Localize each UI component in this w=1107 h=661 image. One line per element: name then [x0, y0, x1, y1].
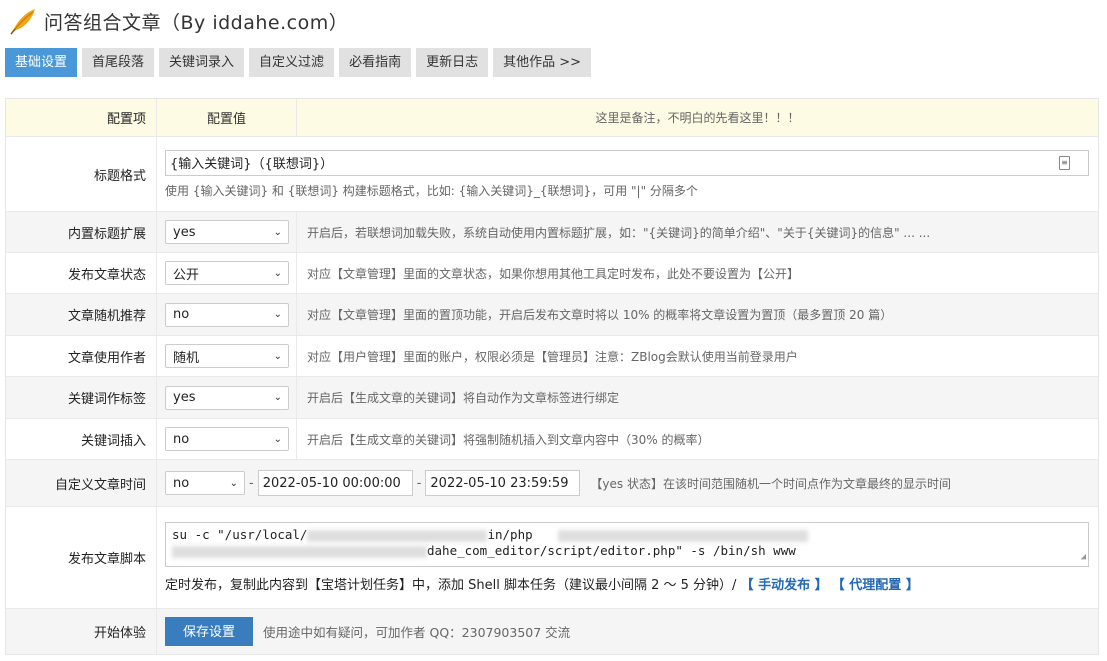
start-time-input[interactable]: 2022-05-10 00:00:00: [257, 470, 413, 496]
row-keyword-as-tag: 关键词作标签 yes ⌄ 开启后【生成文章的关键词】将自动作为文章标签进行绑定: [6, 376, 1098, 418]
tab-bar: 基础设置 首尾段落 关键词录入 自定义过滤 必看指南 更新日志 其他作品 >>: [5, 48, 592, 77]
title-format-hint: 使用 {输入关键词} 和 {联想词} 构建标题格式，比如: {输入关键词}_{联…: [165, 183, 698, 198]
row-label: 关键词作标签: [6, 377, 157, 418]
row-desc: 【yes 状态】在该时间范围随机一个时间点作为文章最终的显示时间: [590, 476, 951, 491]
select-value: no: [173, 475, 190, 491]
publish-script-textarea[interactable]: su -c "/usr/local/in/php dahe_com_editor…: [165, 522, 1089, 567]
tab-basic-settings[interactable]: 基础设置: [5, 48, 78, 77]
article-author-select[interactable]: 随机 ⌄: [165, 344, 289, 368]
publish-status-select[interactable]: 公开 ⌄: [165, 261, 289, 285]
proxy-config-link[interactable]: 【 代理配置 】: [832, 578, 919, 593]
select-value: 随机: [173, 350, 200, 366]
redacted-block: [558, 529, 809, 542]
random-recommend-select[interactable]: no ⌄: [165, 302, 289, 327]
row-label: 自定义文章时间: [6, 460, 157, 506]
app-header: 问答组合文章（By iddahe.com）: [8, 6, 348, 36]
row-random-recommend: 文章随机推荐 no ⌄ 对应【文章管理】里面的置顶功能，开启后发布文章时将以 10…: [6, 293, 1098, 335]
tab-other-works[interactable]: 其他作品 >>: [493, 48, 592, 77]
row-keyword-insert: 关键词插入 no ⌄ 开启后【生成文章的关键词】将强制随机插入到文章内容中（30%…: [6, 418, 1098, 459]
row-publish-script: 发布文章脚本 su -c "/usr/local/in/php dahe_com…: [6, 506, 1098, 608]
chevron-down-icon: ⌄: [273, 392, 282, 403]
row-title-format: 标题格式 {输入关键词}（{联想词}） ≡ 使用 {输入关键词} 和 {联想词}…: [6, 136, 1098, 211]
redacted-block: [307, 529, 488, 542]
row-label: 发布文章脚本: [6, 507, 157, 608]
chevron-down-icon: ⌄: [273, 433, 282, 445]
col-header-note: 这里是备注，不明白的先看这里！！！: [595, 111, 800, 125]
end-time-input[interactable]: 2022-05-10 23:59:59: [425, 470, 581, 496]
col-header-item: 配置项: [6, 99, 157, 136]
chevron-down-icon: ⌄: [273, 267, 282, 279]
row-label: 发布文章状态: [6, 253, 157, 293]
tab-head-tail-paragraphs[interactable]: 首尾段落: [82, 48, 155, 77]
script-text: in/php: [487, 527, 533, 542]
title-format-value: {输入关键词}（{联想词}）: [170, 157, 334, 172]
redacted-block: [172, 545, 427, 558]
builtin-title-ext-select[interactable]: yes ⌄: [165, 220, 289, 244]
row-label: 文章使用作者: [6, 336, 157, 376]
chevron-down-icon: ⌄: [273, 309, 282, 320]
row-start: 开始体验 保存设置 使用途中如有疑问，可加作者 QQ：2307903507 交流: [6, 608, 1098, 654]
row-label: 关键词插入: [6, 419, 157, 459]
script-hint: 定时发布，复制此内容到【宝塔计划任务】中，添加 Shell 脚本任务（建议最小间…: [165, 578, 737, 593]
title-format-input[interactable]: {输入关键词}（{联想词}） ≡: [165, 149, 1089, 176]
page-title: 问答组合文章（By iddahe.com）: [44, 11, 349, 34]
row-label: 内置标题扩展: [6, 212, 157, 252]
row-desc: 开启后，若联想词加载失败，系统自动使用内置标题扩展，如："{关键词}的简单介绍"…: [307, 225, 931, 240]
keyword-insert-select[interactable]: no ⌄: [165, 427, 289, 451]
select-value: 公开: [173, 267, 200, 283]
config-table: 配置项 配置值 这里是备注，不明白的先看这里！！！ 标题格式 {输入关键词}（{…: [5, 98, 1099, 655]
row-desc: 对应【文章管理】里面的置顶功能，开启后发布文章时将以 10% 的概率将文章设置为…: [307, 308, 893, 322]
text-template-icon[interactable]: ≡: [1059, 155, 1070, 170]
row-label: 标题格式: [6, 137, 157, 211]
resize-handle-icon[interactable]: ◢: [1081, 549, 1086, 565]
range-dash: -: [249, 475, 254, 491]
select-value: yes: [173, 224, 196, 240]
tab-changelog[interactable]: 更新日志: [416, 48, 489, 77]
manual-publish-link[interactable]: 【 手动发布 】: [741, 578, 828, 593]
feather-icon: [8, 7, 38, 35]
script-text: dahe_com_editor/script/editor.php" -s /b…: [427, 543, 796, 558]
row-desc: 开启后【生成文章的关键词】将强制随机插入到文章内容中（30% 的概率）: [307, 432, 710, 447]
row-desc: 开启后【生成文章的关键词】将自动作为文章标签进行绑定: [307, 391, 620, 405]
row-desc: 对应【文章管理】里面的文章状态，如果你想用其他工具定时发布，此处不要设置为【公开…: [307, 266, 800, 281]
script-text: su -c "/usr/local/: [172, 527, 308, 542]
select-value: yes: [173, 390, 196, 405]
row-article-author: 文章使用作者 随机 ⌄ 对应【用户管理】里面的账户，权限必须是【管理员】注意：ZB…: [6, 335, 1098, 376]
save-settings-button[interactable]: 保存设置: [165, 617, 254, 646]
row-custom-time: 自定义文章时间 no ⌄ - 2022-05-10 00:00:00 - 2022…: [6, 459, 1098, 506]
select-value: no: [173, 431, 190, 447]
row-label: 开始体验: [6, 609, 157, 654]
row-publish-status: 发布文章状态 公开 ⌄ 对应【文章管理】里面的文章状态，如果你想用其他工具定时发布…: [6, 252, 1098, 293]
tab-guide[interactable]: 必看指南: [339, 48, 412, 77]
custom-time-select[interactable]: no ⌄: [165, 471, 245, 495]
col-header-value: 配置值: [157, 99, 297, 136]
tab-keyword-entry[interactable]: 关键词录入: [159, 48, 245, 77]
chevron-down-icon: ⌄: [273, 350, 282, 362]
range-dash: -: [416, 475, 422, 491]
chevron-down-icon: ⌄: [273, 226, 282, 238]
row-label: 文章随机推荐: [6, 294, 157, 335]
row-builtin-title-ext: 内置标题扩展 yes ⌄ 开启后，若联想词加载失败，系统自动使用内置标题扩展，如：…: [6, 211, 1098, 252]
chevron-down-icon: ⌄: [229, 477, 238, 489]
select-value: no: [173, 307, 190, 322]
tab-custom-filter[interactable]: 自定义过滤: [249, 48, 335, 77]
table-header: 配置项 配置值 这里是备注，不明白的先看这里！！！: [6, 99, 1098, 136]
keyword-as-tag-select[interactable]: yes ⌄: [165, 385, 289, 410]
contact-note: 使用途中如有疑问，可加作者 QQ：2307903507 交流: [263, 625, 571, 640]
row-desc: 对应【用户管理】里面的账户，权限必须是【管理员】注意：ZBlog会默认使用当前登…: [307, 349, 798, 364]
